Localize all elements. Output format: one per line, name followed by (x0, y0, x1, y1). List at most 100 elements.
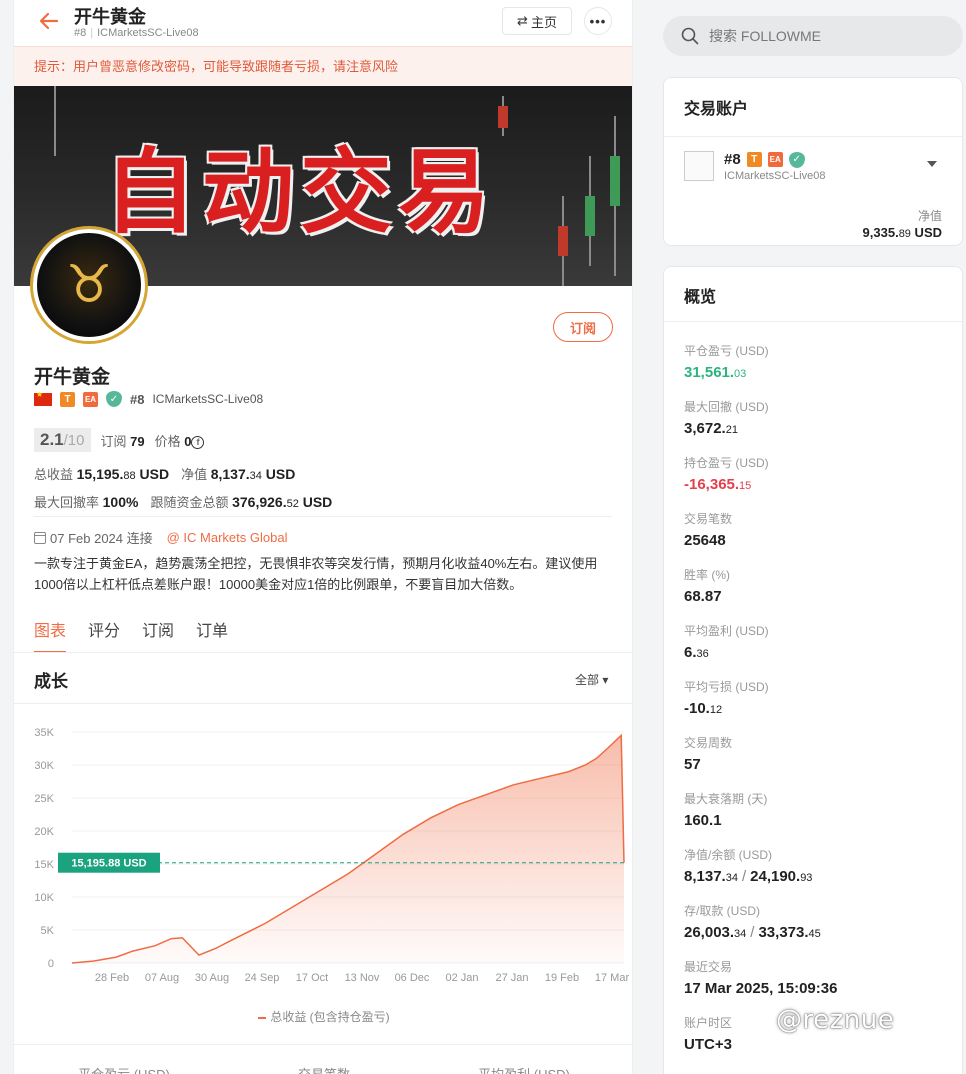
avatar[interactable]: ♉ (33, 229, 145, 341)
x-tick-label: 17 Oct (296, 972, 328, 984)
overview-item-label: 交易笔数 (684, 512, 733, 526)
connection-info: 07 Feb 2024 连接 @ IC Markets Global (34, 528, 287, 547)
bottom-stats: 平仓盈亏 (USD) 交易笔数 平均盈利 (USD) (14, 1064, 632, 1074)
y-tick-label: 30K (34, 760, 54, 772)
total-profit-label: 总收益 (34, 467, 74, 482)
equity-label: 净值 (181, 467, 208, 482)
overview-item-label: 胜率 (%) (684, 568, 730, 582)
trading-account-card: 交易账户 #8 T EA ✓ ICMarketsSC-Live08 净值 9,3… (663, 77, 963, 246)
rating-score: 2.1 (40, 430, 64, 449)
home-button-label: 主页 (530, 14, 557, 30)
search-input[interactable] (709, 28, 949, 44)
overview-item-label: 存/取款 (USD) (684, 904, 760, 918)
china-flag-icon (34, 390, 52, 406)
growth-title: 成长 (34, 672, 68, 691)
overview-item-value: 57 (684, 756, 701, 773)
overview-item-value: 31,561.03 (684, 364, 747, 381)
divider (34, 516, 612, 517)
account-label: ICMarketsSC-Live08 (97, 27, 199, 39)
more-options-button[interactable]: ••• (584, 7, 612, 35)
rating-max: /10 (63, 432, 85, 449)
growth-chart: 0 5K 10K 15K 20K 25K 30K 35K 28 Feb 07 Aug 30 Aug 2… (34, 727, 630, 984)
x-tick-label: 06 Dec (395, 972, 430, 984)
overview-item-label: 最大衰落期 (天) (684, 792, 768, 806)
overview-item-value: -16,365.15 (684, 476, 752, 493)
rating-box: 2.1 /10 (34, 428, 91, 452)
tabs-divider (14, 652, 632, 653)
switch-icon: ⇄ (517, 13, 528, 28)
back-arrow-icon[interactable] (38, 10, 60, 32)
overview-item-value: 26,003.34/33,373.45 (684, 924, 821, 941)
overview-item-label: 交易周数 (684, 736, 733, 750)
x-tick-label: 19 Feb (545, 972, 579, 984)
account-selector[interactable]: #8 T EA ✓ ICMarketsSC-Live08 净值 9,335.89… (664, 137, 962, 255)
coin-icon: f (191, 435, 205, 449)
account-card-title: 交易账户 (664, 78, 962, 137)
legend-label: 总收益 (包含持仓盈亏) (270, 1010, 390, 1024)
legend-swatch (258, 1016, 267, 1019)
overview-list: 平仓盈亏 (USD) 31,561.03 最大回撤 (USD) 3,672.21 持仓盈… (664, 336, 962, 1064)
tab-orders[interactable]: 订单 (196, 617, 228, 653)
x-tick-label: 02 Jan (445, 972, 478, 984)
rank-label: #8 (74, 27, 87, 39)
x-tick-label: 07 Aug (145, 972, 179, 984)
range-select[interactable]: 全部 ▾ (575, 671, 608, 688)
caret-down-icon[interactable] (927, 161, 937, 167)
y-tick-label: 35K (34, 727, 54, 739)
profile-badges: T EA ✓ #8 ICMarketsSC-Live08 (34, 390, 264, 407)
y-tick-label: 25K (34, 793, 54, 805)
x-tick-label: 27 Jan (495, 972, 528, 984)
profile-name: 开牛黄金 (34, 367, 111, 388)
overview-item-label: 平均亏损 (USD) (684, 680, 769, 694)
connected-since: 07 Feb 2024 连接 (50, 531, 153, 546)
overview-item: 净值/余额 (USD) 8,137.34/24,190.93 (664, 840, 962, 896)
overview-item-value: 17 Mar 2025, 15:09:36 (684, 980, 838, 997)
tab-subscriptions[interactable]: 订阅 (142, 617, 174, 653)
bull-logo-icon: ♉ (65, 256, 113, 314)
overview-item-label: 平均盈利 (USD) (684, 624, 769, 638)
subscribers-value: 79 (130, 433, 145, 449)
verified-shield-icon: ✓ (106, 391, 122, 407)
follow-funds-label: 跟随资金总额 (150, 495, 229, 510)
ea-badge: EA (767, 152, 783, 167)
main-panel: 开牛黄金 #8 | ICMarketsSC-Live08 ⇄ 主页 ••• 提示：用… (13, 0, 633, 1074)
search-bar[interactable] (663, 16, 963, 56)
y-tick-label: 15K (34, 859, 54, 871)
subscribe-button[interactable]: 订阅 (553, 312, 613, 342)
tab-rating[interactable]: 评分 (88, 617, 120, 653)
profit-equity-row: 总收益 15,195.88 USD 净值 8,137.34 USD (34, 464, 295, 483)
overview-card: 概览 平仓盈亏 (USD) 31,561.03 最大回撤 (USD) 3,672.21… (663, 266, 963, 1074)
follow-funds-value: 376,926.52 USD (232, 494, 333, 510)
equity-value: 8,137.34 USD (210, 466, 296, 482)
reference-label: 15,195.88 USD (71, 858, 146, 870)
overview-item-label: 平仓盈亏 (USD) (684, 344, 769, 358)
overview-item-value: UTC+3 (684, 1036, 732, 1053)
profile-rank: #8 (130, 391, 145, 407)
overview-item-label: 净值/余额 (USD) (684, 848, 772, 862)
overview-item: 交易笔数 25648 (664, 504, 962, 560)
max-drawdown-label: 最大回撤率 (34, 495, 100, 510)
overview-item: 平仓盈亏 (USD) 31,561.03 (664, 336, 962, 392)
price-value: 0 (184, 433, 192, 449)
overview-item-value: -10.12 (684, 700, 723, 717)
y-tick-label: 5K (41, 925, 55, 937)
account-rank: #8 T EA ✓ (724, 151, 805, 168)
y-tick-label: 0 (48, 958, 54, 970)
tab-chart[interactable]: 图表 (34, 617, 67, 653)
more-icon: ••• (589, 13, 607, 29)
chart-legend[interactable]: 总收益 (包含持仓盈亏) (14, 1008, 632, 1025)
overview-item-label: 持仓盈亏 (USD) (684, 456, 769, 470)
broker-link[interactable]: @ IC Markets Global (167, 530, 288, 545)
watermark: @reznue (776, 1005, 895, 1035)
overview-item: 平均亏损 (USD) -10.12 (664, 672, 962, 728)
account-image (684, 151, 714, 181)
y-tick-label: 10K (34, 892, 54, 904)
profile-account: ICMarketsSC-Live08 (152, 392, 264, 406)
home-button[interactable]: ⇄ 主页 (502, 7, 572, 35)
risk-warning-banner: 提示：用户曾恶意修改密码，可能导致跟随者亏损，请注意风险 (14, 46, 632, 86)
max-drawdown-value: 100% (102, 494, 139, 510)
strategy-description: 一款专注于黄金EA，趋势震荡全把控，无畏惧非农等突发行情，预期月化收益40%左右… (34, 556, 598, 592)
x-tick-label: 17 Mar (595, 972, 630, 984)
ea-badge: EA (83, 391, 98, 407)
page-subtitle: #8 | ICMarketsSC-Live08 (74, 27, 199, 39)
